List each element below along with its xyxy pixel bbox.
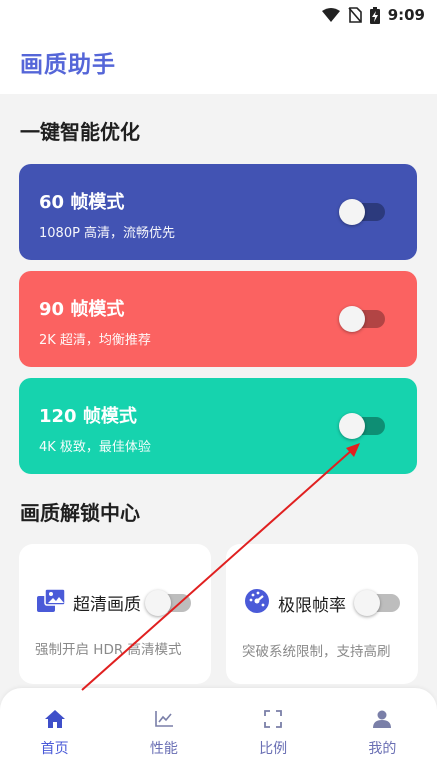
- nav-item-mine[interactable]: 我的: [328, 688, 437, 778]
- unlock-label: 极限帧率: [278, 595, 346, 616]
- mode-card-120fps[interactable]: 120 帧模式 4K 极致，最佳体验: [19, 378, 417, 474]
- status-time: 9:09: [387, 6, 425, 24]
- home-icon: [44, 710, 65, 732]
- unlock-card-max-framerate[interactable]: 极限帧率 突破系统限制，支持高刷: [226, 544, 418, 684]
- unlock-desc: 强制开启 HDR 高清模式: [35, 642, 182, 658]
- unlock-desc: 突破系统限制，支持高刷: [242, 644, 391, 660]
- toggle-knob: [339, 199, 365, 225]
- mode-120fps-toggle[interactable]: [339, 413, 385, 439]
- section-title-unlock: 画质解锁中心: [20, 501, 140, 525]
- bottom-nav: 首页 性能 比例 我的: [0, 688, 437, 778]
- nav-item-home[interactable]: 首页: [0, 688, 109, 778]
- mode-desc: 4K 极致，最佳体验: [39, 440, 151, 455]
- ultra-hd-toggle[interactable]: [145, 590, 191, 616]
- fullscreen-icon: [264, 710, 283, 732]
- speedometer-icon: [244, 588, 270, 618]
- mode-90fps-toggle[interactable]: [339, 306, 385, 332]
- unlock-label: 超清画质: [73, 594, 141, 615]
- toggle-knob: [354, 590, 380, 616]
- toggle-knob: [339, 306, 365, 332]
- mode-card-60fps[interactable]: 60 帧模式 1080P 高清，流畅优先: [19, 164, 417, 260]
- mode-desc: 1080P 高清，流畅优先: [39, 226, 176, 241]
- status-bar: 9:09: [0, 0, 437, 30]
- wifi-icon: [321, 8, 340, 22]
- chart-icon: [154, 710, 174, 732]
- app-bar: 画质助手: [0, 30, 437, 94]
- nav-label: 我的: [368, 741, 397, 757]
- image-stack-icon: [37, 588, 66, 616]
- nav-label: 比例: [259, 741, 288, 757]
- mode-60fps-toggle[interactable]: [339, 199, 385, 225]
- mode-desc: 2K 超清，均衡推荐: [39, 333, 151, 348]
- no-sim-icon: [348, 7, 362, 23]
- person-icon: [373, 710, 392, 732]
- toggle-knob: [339, 413, 365, 439]
- unlock-card-ultra-hd[interactable]: 超清画质 强制开启 HDR 高清模式: [19, 544, 211, 684]
- mode-card-90fps[interactable]: 90 帧模式 2K 超清，均衡推荐: [19, 271, 417, 367]
- app-title: 画质助手: [20, 52, 116, 78]
- max-framerate-toggle[interactable]: [354, 590, 400, 616]
- nav-item-performance[interactable]: 性能: [109, 688, 218, 778]
- section-title-optimize: 一键智能优化: [20, 120, 140, 144]
- nav-item-ratio[interactable]: 比例: [219, 688, 328, 778]
- toggle-knob: [145, 590, 171, 616]
- battery-charging-icon: [369, 6, 380, 24]
- nav-label: 性能: [149, 741, 178, 757]
- nav-label: 首页: [40, 741, 69, 757]
